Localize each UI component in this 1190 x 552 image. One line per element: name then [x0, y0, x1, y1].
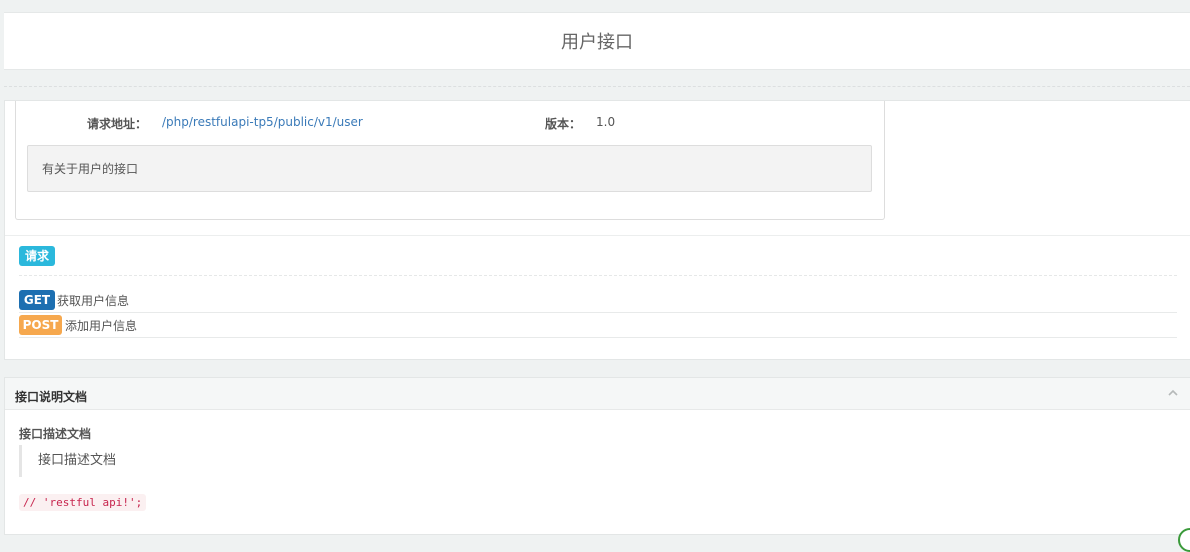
- corner-widget-icon[interactable]: [1178, 528, 1190, 552]
- method-row-post[interactable]: POST 添加用户信息: [19, 313, 1177, 338]
- version-label: 版本：: [545, 117, 582, 131]
- request-url-link[interactable]: /php/restfulapi-tp5/public/v1/user: [162, 115, 363, 129]
- section-divider: [5, 235, 1190, 236]
- doc-subtitle: 接口描述文档: [19, 427, 92, 441]
- request-badge: 请求: [19, 246, 55, 266]
- api-info-box: 请求地址： /php/restfulapi-tp5/public/v1/user…: [15, 101, 885, 220]
- page-header: 用户接口: [4, 12, 1190, 70]
- panel-header[interactable]: 接口说明文档: [5, 378, 1190, 410]
- doc-blockquote: 接口描述文档: [19, 445, 319, 477]
- page-title: 用户接口: [561, 32, 633, 53]
- url-label: 请求地址：: [87, 117, 148, 131]
- panel-title: 接口说明文档: [15, 390, 88, 404]
- method-description[interactable]: 添加用户信息: [65, 317, 137, 334]
- version-value: 1.0: [596, 115, 616, 129]
- method-description[interactable]: 获取用户信息: [57, 292, 129, 309]
- main-section: 请求地址： /php/restfulapi-tp5/public/v1/user…: [4, 100, 1190, 360]
- divider: [4, 86, 1190, 87]
- get-method-badge: GET: [19, 290, 55, 310]
- request-divider: [19, 275, 1177, 276]
- api-description: 有关于用户的接口: [27, 145, 872, 192]
- post-method-badge: POST: [19, 315, 62, 335]
- doc-panel: 接口说明文档 接口描述文档 接口描述文档 // 'restful api!';: [4, 377, 1190, 535]
- code-snippet: // 'restful api!';: [19, 494, 147, 511]
- chevron-up-icon[interactable]: [1166, 386, 1180, 400]
- method-row-get[interactable]: GET 获取用户信息: [19, 288, 1177, 313]
